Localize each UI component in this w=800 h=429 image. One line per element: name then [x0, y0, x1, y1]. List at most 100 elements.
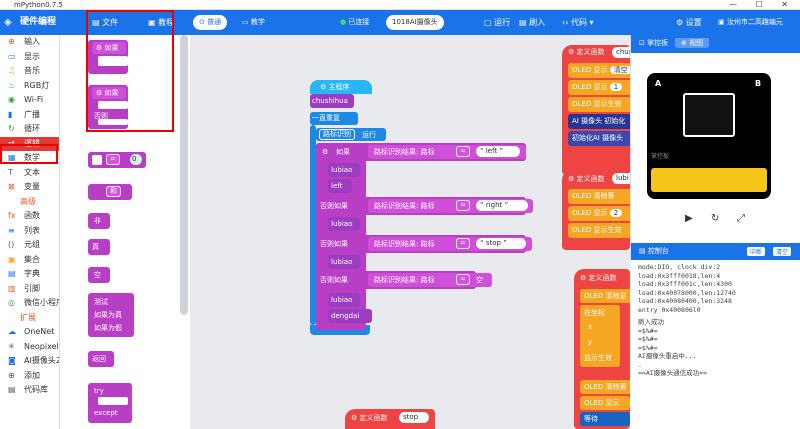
- nav-section-19[interactable]: 扩展: [0, 311, 59, 326]
- nav-item-9[interactable]: T 文本: [0, 166, 59, 181]
- nav-item-8[interactable]: ▦ 数学: [0, 151, 59, 166]
- user-location[interactable]: ▣ 汝州市二高趣编元: [718, 10, 783, 35]
- call-dengdai[interactable]: dengdai: [328, 309, 372, 323]
- palette-not-block[interactable]: 非: [88, 213, 110, 229]
- oled-row-2[interactable]: OLED 显示 1: [568, 80, 630, 95]
- def-stop-block[interactable]: ⚙ 定义函数 stop: [345, 409, 435, 429]
- condition-stop[interactable]: 路标识别结果: 路标 = “ stop ”: [368, 237, 532, 251]
- nav-item-6[interactable]: ↻ 循环: [0, 122, 59, 137]
- settings-button[interactable]: ⚙ 设置: [676, 10, 702, 35]
- nav-section-11[interactable]: 高级: [0, 195, 59, 210]
- palette-ternary-block[interactable]: 测试 如果为真 如果为假: [88, 293, 134, 337]
- nav-item-label: 广播: [24, 109, 40, 119]
- window-controls[interactable]: — ☐ ✕: [729, 0, 796, 10]
- nav-icon: fx: [8, 211, 16, 220]
- nav-item-4[interactable]: ◉ Wi-Fi: [0, 93, 59, 108]
- nav-item-label: 字典: [24, 269, 40, 278]
- nav-item-24[interactable]: ▤ 代码库: [0, 383, 59, 398]
- condition-right[interactable]: 路标识别结果: 路标 = “ right ”: [368, 199, 533, 213]
- console-status-line: =$%#=: [638, 326, 658, 335]
- oled-row-4[interactable]: OLED 显示: [580, 396, 630, 410]
- ai-camera-init[interactable]: AI 摄像头 初始化: [568, 114, 630, 129]
- condition-left[interactable]: 路标识别结果: 路标 = “ left ”: [368, 145, 526, 159]
- nav-item-0[interactable]: ⊕ 输入: [0, 35, 59, 50]
- console-status-line: ==AI摄像头通信成功==: [638, 369, 707, 377]
- palette-if-block[interactable]: ⚙ 如果: [88, 40, 128, 74]
- condition-null[interactable]: 路标识别结果: 路标 = 空: [368, 273, 492, 287]
- nav-item-14[interactable]: () 元组: [0, 238, 59, 253]
- road-recognition-block[interactable]: 路标识别 运行: [316, 128, 386, 141]
- tab-view[interactable]: ⊕ 视图: [675, 38, 710, 48]
- nav-item-20[interactable]: ☁ OneNet: [0, 325, 59, 340]
- oled-clear-line[interactable]: OLED 清除第: [568, 189, 630, 204]
- nav-item-3[interactable]: ♨ RGB灯: [0, 79, 59, 94]
- nav-icon: ▣: [8, 254, 16, 264]
- reset-icon[interactable]: ↻: [711, 213, 719, 224]
- oled-clear-line-2[interactable]: OLED 清除第: [580, 380, 630, 394]
- call-chushihua[interactable]: chushihua: [310, 94, 354, 108]
- call-lubiao-4[interactable]: lubiao: [328, 293, 360, 307]
- nav-item-1[interactable]: ▭ 显示: [0, 50, 59, 65]
- oled-row-lubi[interactable]: OLED 显示 2: [568, 206, 630, 221]
- palette-compare-block[interactable]: = 0: [88, 152, 146, 168]
- code-button[interactable]: ‹› 代码 ▾: [562, 10, 594, 35]
- oled-show-gen-2[interactable]: OLED 显示生效: [568, 223, 630, 238]
- play-icon[interactable]: ▶: [685, 213, 693, 224]
- nav-item-16[interactable]: ▤ 字典: [0, 267, 59, 282]
- nav-item-21[interactable]: ✳ Neopixel: [0, 340, 59, 355]
- nav-item-22[interactable]: ◙AI摄像头2.0▾: [0, 354, 59, 369]
- file-menu[interactable]: ▤ 文件: [92, 10, 118, 35]
- interrupt-button[interactable]: 中断: [747, 247, 766, 256]
- nav-icon: ≡: [8, 225, 15, 235]
- flash-button[interactable]: ▤ 刷入: [519, 10, 545, 35]
- fullscreen-icon[interactable]: ⤢: [737, 213, 745, 224]
- wait-block[interactable]: 等待: [580, 412, 630, 426]
- nav-item-23[interactable]: ⊕ 添加: [0, 369, 59, 384]
- palette-scrollbar[interactable]: [180, 35, 188, 315]
- palette-return-block[interactable]: 返回: [88, 351, 114, 367]
- main-program-hat[interactable]: ⚙ 主程序: [310, 80, 372, 94]
- nav-item-17[interactable]: ▥ 引脚: [0, 282, 59, 297]
- oled-clear-display[interactable]: OLED 清除显: [580, 289, 630, 303]
- palette-if-else-block[interactable]: ⚙ 如果 否则: [88, 85, 128, 129]
- nav-item-5[interactable]: ▮ 广播: [0, 108, 59, 123]
- mode-normal-tab[interactable]: ⊙ 普通: [193, 15, 228, 30]
- nav-item-label: 微信小程序: [24, 298, 60, 307]
- palette-and-block[interactable]: 和: [88, 184, 132, 200]
- block-workspace[interactable]: ⚙ 主程序 chushihua 一直重复 路标识别 运行 ⚙ 如果 否则如果 否则…: [190, 35, 630, 429]
- oled-coord-block[interactable]: 在坐标 x y 显示生效: [580, 305, 620, 367]
- mode-teach-tab[interactable]: ▭ 教学: [236, 15, 271, 30]
- nav-icon: ⊠: [8, 182, 15, 191]
- run-button[interactable]: ▢ 运行: [484, 10, 510, 35]
- palette-null-block[interactable]: 空: [88, 267, 110, 283]
- call-lubiao-3[interactable]: lubiao: [328, 255, 360, 269]
- palette-true-block[interactable]: 真: [88, 239, 110, 255]
- nav-item-7[interactable]: ⇄ 逻辑: [0, 136, 59, 151]
- nav-item-10[interactable]: ⊠ 变量: [0, 180, 59, 195]
- nav-icon: ⊕: [8, 370, 15, 380]
- nav-item-15[interactable]: ▣ 集合: [0, 253, 59, 268]
- nav-item-label: Wi-Fi: [24, 95, 44, 104]
- console-status-line: AI摄像头重启中...: [638, 352, 697, 360]
- nav-item-18[interactable]: ◎ 微信小程序: [0, 296, 59, 311]
- palette-try-block[interactable]: try except: [88, 383, 132, 423]
- clear-console-button[interactable]: 清空: [773, 247, 792, 256]
- oled-show-gen[interactable]: OLED 显示生效: [568, 97, 630, 112]
- forever-block[interactable]: 一直重复: [310, 112, 358, 125]
- nav-item-12[interactable]: fx 函数: [0, 209, 59, 224]
- tutorial-menu[interactable]: ▣ 教程: [148, 10, 174, 35]
- nav-item-2[interactable]: ♫ 音乐: [0, 64, 59, 79]
- nav-icon: ⇄: [8, 138, 15, 148]
- call-lubiao-2[interactable]: lubiao: [328, 217, 360, 231]
- console-line: load:0x40078000,len:12740: [638, 288, 736, 297]
- call-left[interactable]: left: [328, 179, 352, 193]
- oled-show-clear[interactable]: OLED 显示 清空: [568, 63, 630, 78]
- init-ai-camera[interactable]: 初始化AI 摄像头: [568, 131, 630, 146]
- gear-icon: ⚙: [320, 83, 327, 91]
- tab-board[interactable]: ⊡ 掌控板: [639, 38, 668, 48]
- console-status-line: 刷入成功: [638, 318, 664, 326]
- block-palette: ⚙ 如果 ⚙ 如果 否则 = 0 和 非 真 空 测试 如果为真 如果为假 返回…: [60, 35, 190, 429]
- nav-item-13[interactable]: ≡ 列表: [0, 224, 59, 239]
- call-lubiao-1[interactable]: lubiao: [328, 163, 360, 177]
- port-select[interactable]: 1018AI摄像头: [386, 15, 444, 30]
